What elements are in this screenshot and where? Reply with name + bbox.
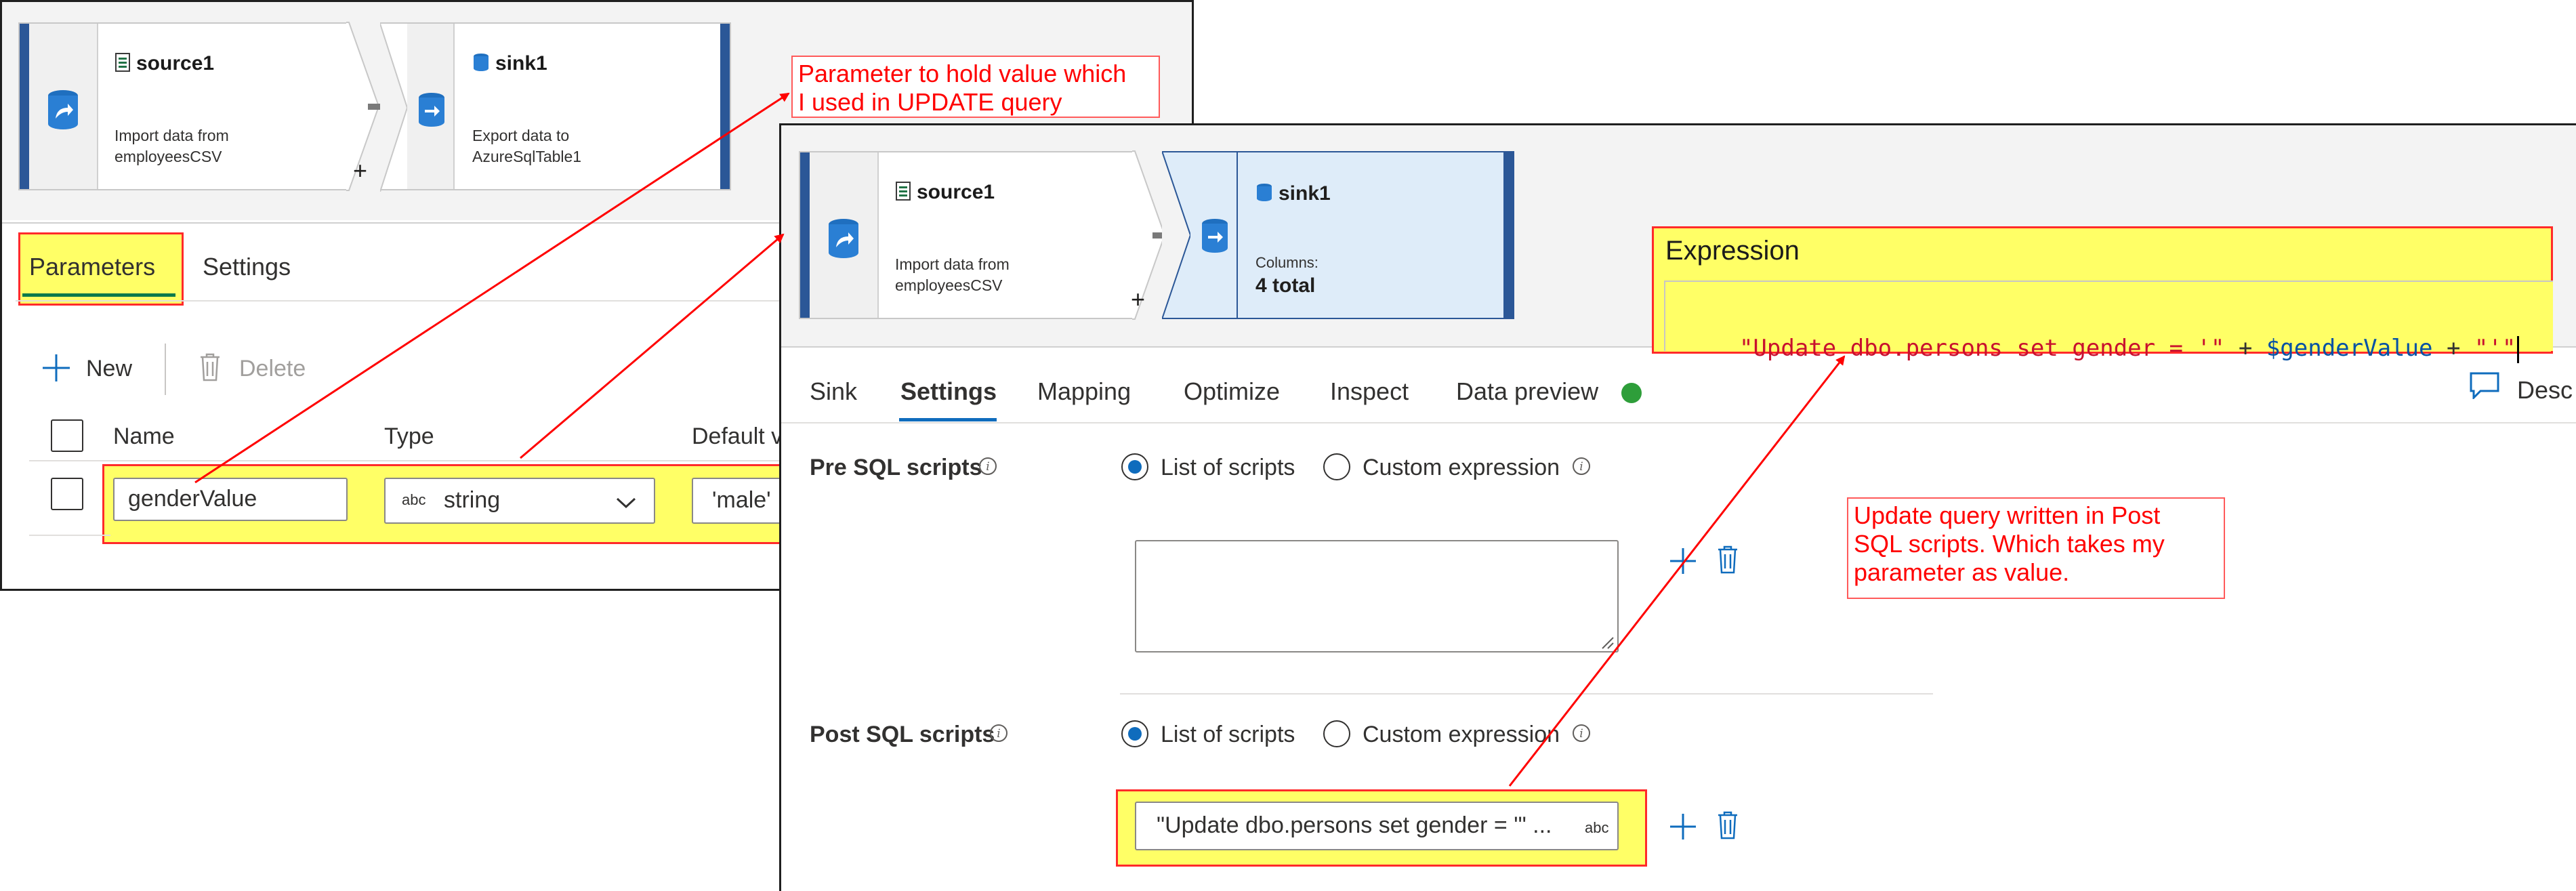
code-string: "Update dbo.persons set gender = '" xyxy=(1739,335,2225,362)
add-icon[interactable] xyxy=(41,353,71,383)
expression-badge: abc xyxy=(1585,819,1609,836)
delete-icon[interactable] xyxy=(1716,811,1739,840)
pre-sql-textarea[interactable] xyxy=(1135,540,1619,652)
tab-settings[interactable]: Settings xyxy=(203,253,291,281)
toolbar-divider xyxy=(165,344,166,395)
tab-inspect[interactable]: Inspect xyxy=(1330,377,1409,406)
delete-icon xyxy=(201,353,220,381)
info-icon: i xyxy=(1573,457,1590,475)
info-icon: i xyxy=(990,724,1007,742)
node-description: Export data to AzureSqlTable1 xyxy=(472,127,582,165)
info-icon: i xyxy=(979,457,997,475)
sql-database-icon xyxy=(474,54,489,71)
add-icon[interactable] xyxy=(1669,812,1697,841)
sql-database-icon xyxy=(1257,184,1272,201)
node-right-strip xyxy=(1503,152,1513,318)
source-icon xyxy=(829,219,858,258)
active-tab-underline xyxy=(22,293,175,297)
tab-sink[interactable]: Sink xyxy=(810,377,857,406)
node-description: Import data from employeesCSV xyxy=(895,255,1010,294)
add-icon[interactable] xyxy=(1669,547,1697,575)
tabs-divider xyxy=(781,422,2576,423)
node-title: sink1 xyxy=(495,52,547,75)
post-sql-label: Post SQL scripts xyxy=(810,722,995,747)
info-icon: i xyxy=(1573,724,1590,742)
node-accent-strip xyxy=(20,24,29,189)
tab-parameters[interactable]: Parameters xyxy=(29,253,155,281)
node-icon-column xyxy=(1190,152,1238,318)
column-header-default: Default v xyxy=(692,423,783,449)
text-cursor xyxy=(2517,335,2520,363)
node-icon-column xyxy=(29,24,98,189)
columns-label: Columns: xyxy=(1255,254,1318,271)
comment-icon[interactable] xyxy=(2470,372,2499,399)
description-button[interactable]: Desc xyxy=(2517,376,2573,405)
pre-sql-list-radio[interactable] xyxy=(1121,453,1148,480)
post-sql-custom-label: Custom expression xyxy=(1363,722,1560,747)
source-icon xyxy=(48,90,78,129)
row-checkbox[interactable] xyxy=(51,478,83,510)
node-description: Import data from employeesCSV xyxy=(115,127,229,165)
sink1-node-selected[interactable]: sink1 Columns: 4 total xyxy=(1162,151,1514,319)
pre-sql-list-label: List of scripts xyxy=(1161,455,1295,480)
pre-sql-custom-label: Custom expression xyxy=(1363,455,1560,480)
dataset-icon xyxy=(115,53,130,72)
delete-icon[interactable] xyxy=(1716,545,1739,574)
node-title: sink1 xyxy=(1279,182,1331,205)
node-accent-strip xyxy=(800,152,810,318)
sql-icon xyxy=(1202,219,1228,253)
code-operator: + xyxy=(2224,335,2266,362)
node-title: source1 xyxy=(136,52,215,75)
post-sql-list-radio[interactable] xyxy=(1121,720,1148,747)
code-string: "'" xyxy=(2474,335,2516,362)
node-icon-column xyxy=(407,24,455,189)
active-tab-underline xyxy=(899,418,997,421)
sink-notch xyxy=(1162,151,1192,319)
chevron-down-icon xyxy=(616,497,636,509)
code-operator: + xyxy=(2432,335,2474,362)
tab-settings[interactable]: Settings xyxy=(900,377,997,406)
node-icon-column xyxy=(810,152,879,318)
sink1-node[interactable]: sink1 Export data to AzureSqlTable1 xyxy=(380,22,731,192)
post-sql-script-value: "Update dbo.persons set gender = '" ... xyxy=(1157,812,1552,838)
pre-sql-custom-radio[interactable] xyxy=(1323,453,1350,480)
tab-optimize[interactable]: Optimize xyxy=(1184,377,1280,406)
update-query-annotation: Update query written in Post SQL scripts… xyxy=(1847,497,2225,599)
add-transform-button[interactable]: + xyxy=(1131,285,1145,314)
column-header-name: Name xyxy=(113,423,175,449)
node-title: source1 xyxy=(917,181,995,203)
parameter-annotation: Parameter to hold value which I used in … xyxy=(791,56,1160,118)
post-sql-list-label: List of scripts xyxy=(1161,722,1295,747)
type-badge: abc xyxy=(402,491,426,508)
pre-sql-label: Pre SQL scripts xyxy=(810,455,982,480)
new-button[interactable]: New xyxy=(86,356,132,382)
parameter-default-value: 'male' xyxy=(712,487,771,513)
tab-data-preview[interactable]: Data preview xyxy=(1456,377,1598,406)
parameter-name-value: genderValue xyxy=(128,486,257,512)
section-divider xyxy=(1120,693,1933,695)
resize-handle-icon xyxy=(1602,637,1614,649)
source1-node[interactable]: source1 Import data from employeesCSV xyxy=(18,22,349,190)
code-variable: $genderValue xyxy=(2266,335,2433,362)
node-right-strip xyxy=(720,24,730,189)
dataset-icon xyxy=(896,182,911,201)
add-transform-button[interactable]: + xyxy=(353,157,367,185)
source1-node[interactable]: source1 Import data from employeesCSV xyxy=(799,151,1135,319)
column-header-type: Type xyxy=(384,423,434,449)
post-sql-custom-radio[interactable] xyxy=(1323,720,1350,747)
delete-button[interactable]: Delete xyxy=(239,356,306,382)
expression-title: Expression xyxy=(1665,236,1800,266)
sink-notch xyxy=(380,24,407,192)
status-dot xyxy=(1621,383,1642,403)
row-divider xyxy=(29,535,110,536)
select-all-checkbox[interactable] xyxy=(51,419,83,452)
sql-icon xyxy=(419,93,444,127)
columns-value: 4 total xyxy=(1255,274,1316,297)
tab-mapping[interactable]: Mapping xyxy=(1037,377,1131,406)
expression-code: "Update dbo.persons set gender = '" + $g… xyxy=(1711,308,2520,363)
parameter-type-value: string xyxy=(444,487,501,513)
